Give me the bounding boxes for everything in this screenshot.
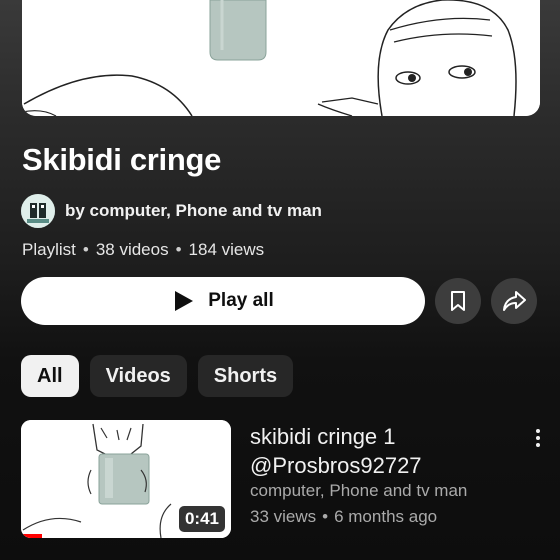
bookmark-icon xyxy=(451,291,465,311)
play-all-button[interactable]: Play all xyxy=(21,277,425,325)
playlist-owner[interactable]: by computer, Phone and tv man xyxy=(21,194,322,228)
video-age: 6 months ago xyxy=(334,507,438,526)
video-duration: 0:41 xyxy=(178,506,225,532)
video-stats: 33 views • 6 months ago xyxy=(250,507,437,527)
chip-videos[interactable]: Videos xyxy=(89,355,187,397)
playlist-thumbnail[interactable] xyxy=(22,0,540,116)
separator-dot: • xyxy=(175,240,182,259)
video-views: 33 views xyxy=(250,507,317,526)
separator-dot: • xyxy=(322,507,329,526)
share-button[interactable] xyxy=(491,278,537,324)
playlist-metadata: Playlist • 38 videos • 184 views xyxy=(22,240,264,260)
thumbnail-drawing xyxy=(22,0,540,116)
owner-name[interactable]: by computer, Phone and tv man xyxy=(65,201,322,221)
chip-all[interactable]: All xyxy=(21,355,79,397)
video-title[interactable]: skibidi cringe 1 @Prosbros92727 xyxy=(250,422,510,480)
avatar-icon xyxy=(21,194,55,228)
owner-avatar[interactable] xyxy=(21,194,55,228)
watch-progress-bar xyxy=(21,534,42,538)
view-count: 184 views xyxy=(188,240,265,259)
play-icon xyxy=(175,291,194,311)
video-channel[interactable]: computer, Phone and tv man xyxy=(250,481,467,501)
video-thumbnail[interactable]: 0:41 xyxy=(21,420,231,538)
video-count: 38 videos xyxy=(95,240,169,259)
chip-shorts[interactable]: Shorts xyxy=(197,355,294,397)
more-options-icon[interactable] xyxy=(527,424,549,452)
playlist-title: Skibidi cringe xyxy=(22,142,222,177)
filter-chips: All Videos Shorts xyxy=(21,355,294,397)
save-playlist-button[interactable] xyxy=(435,278,481,324)
playlist-type: Playlist xyxy=(22,240,76,259)
share-icon xyxy=(503,291,526,311)
play-all-label: Play all xyxy=(208,290,274,311)
separator-dot: • xyxy=(82,240,89,259)
list-item[interactable]: 0:41 skibidi cringe 1 @Prosbros92727 com… xyxy=(21,420,551,560)
